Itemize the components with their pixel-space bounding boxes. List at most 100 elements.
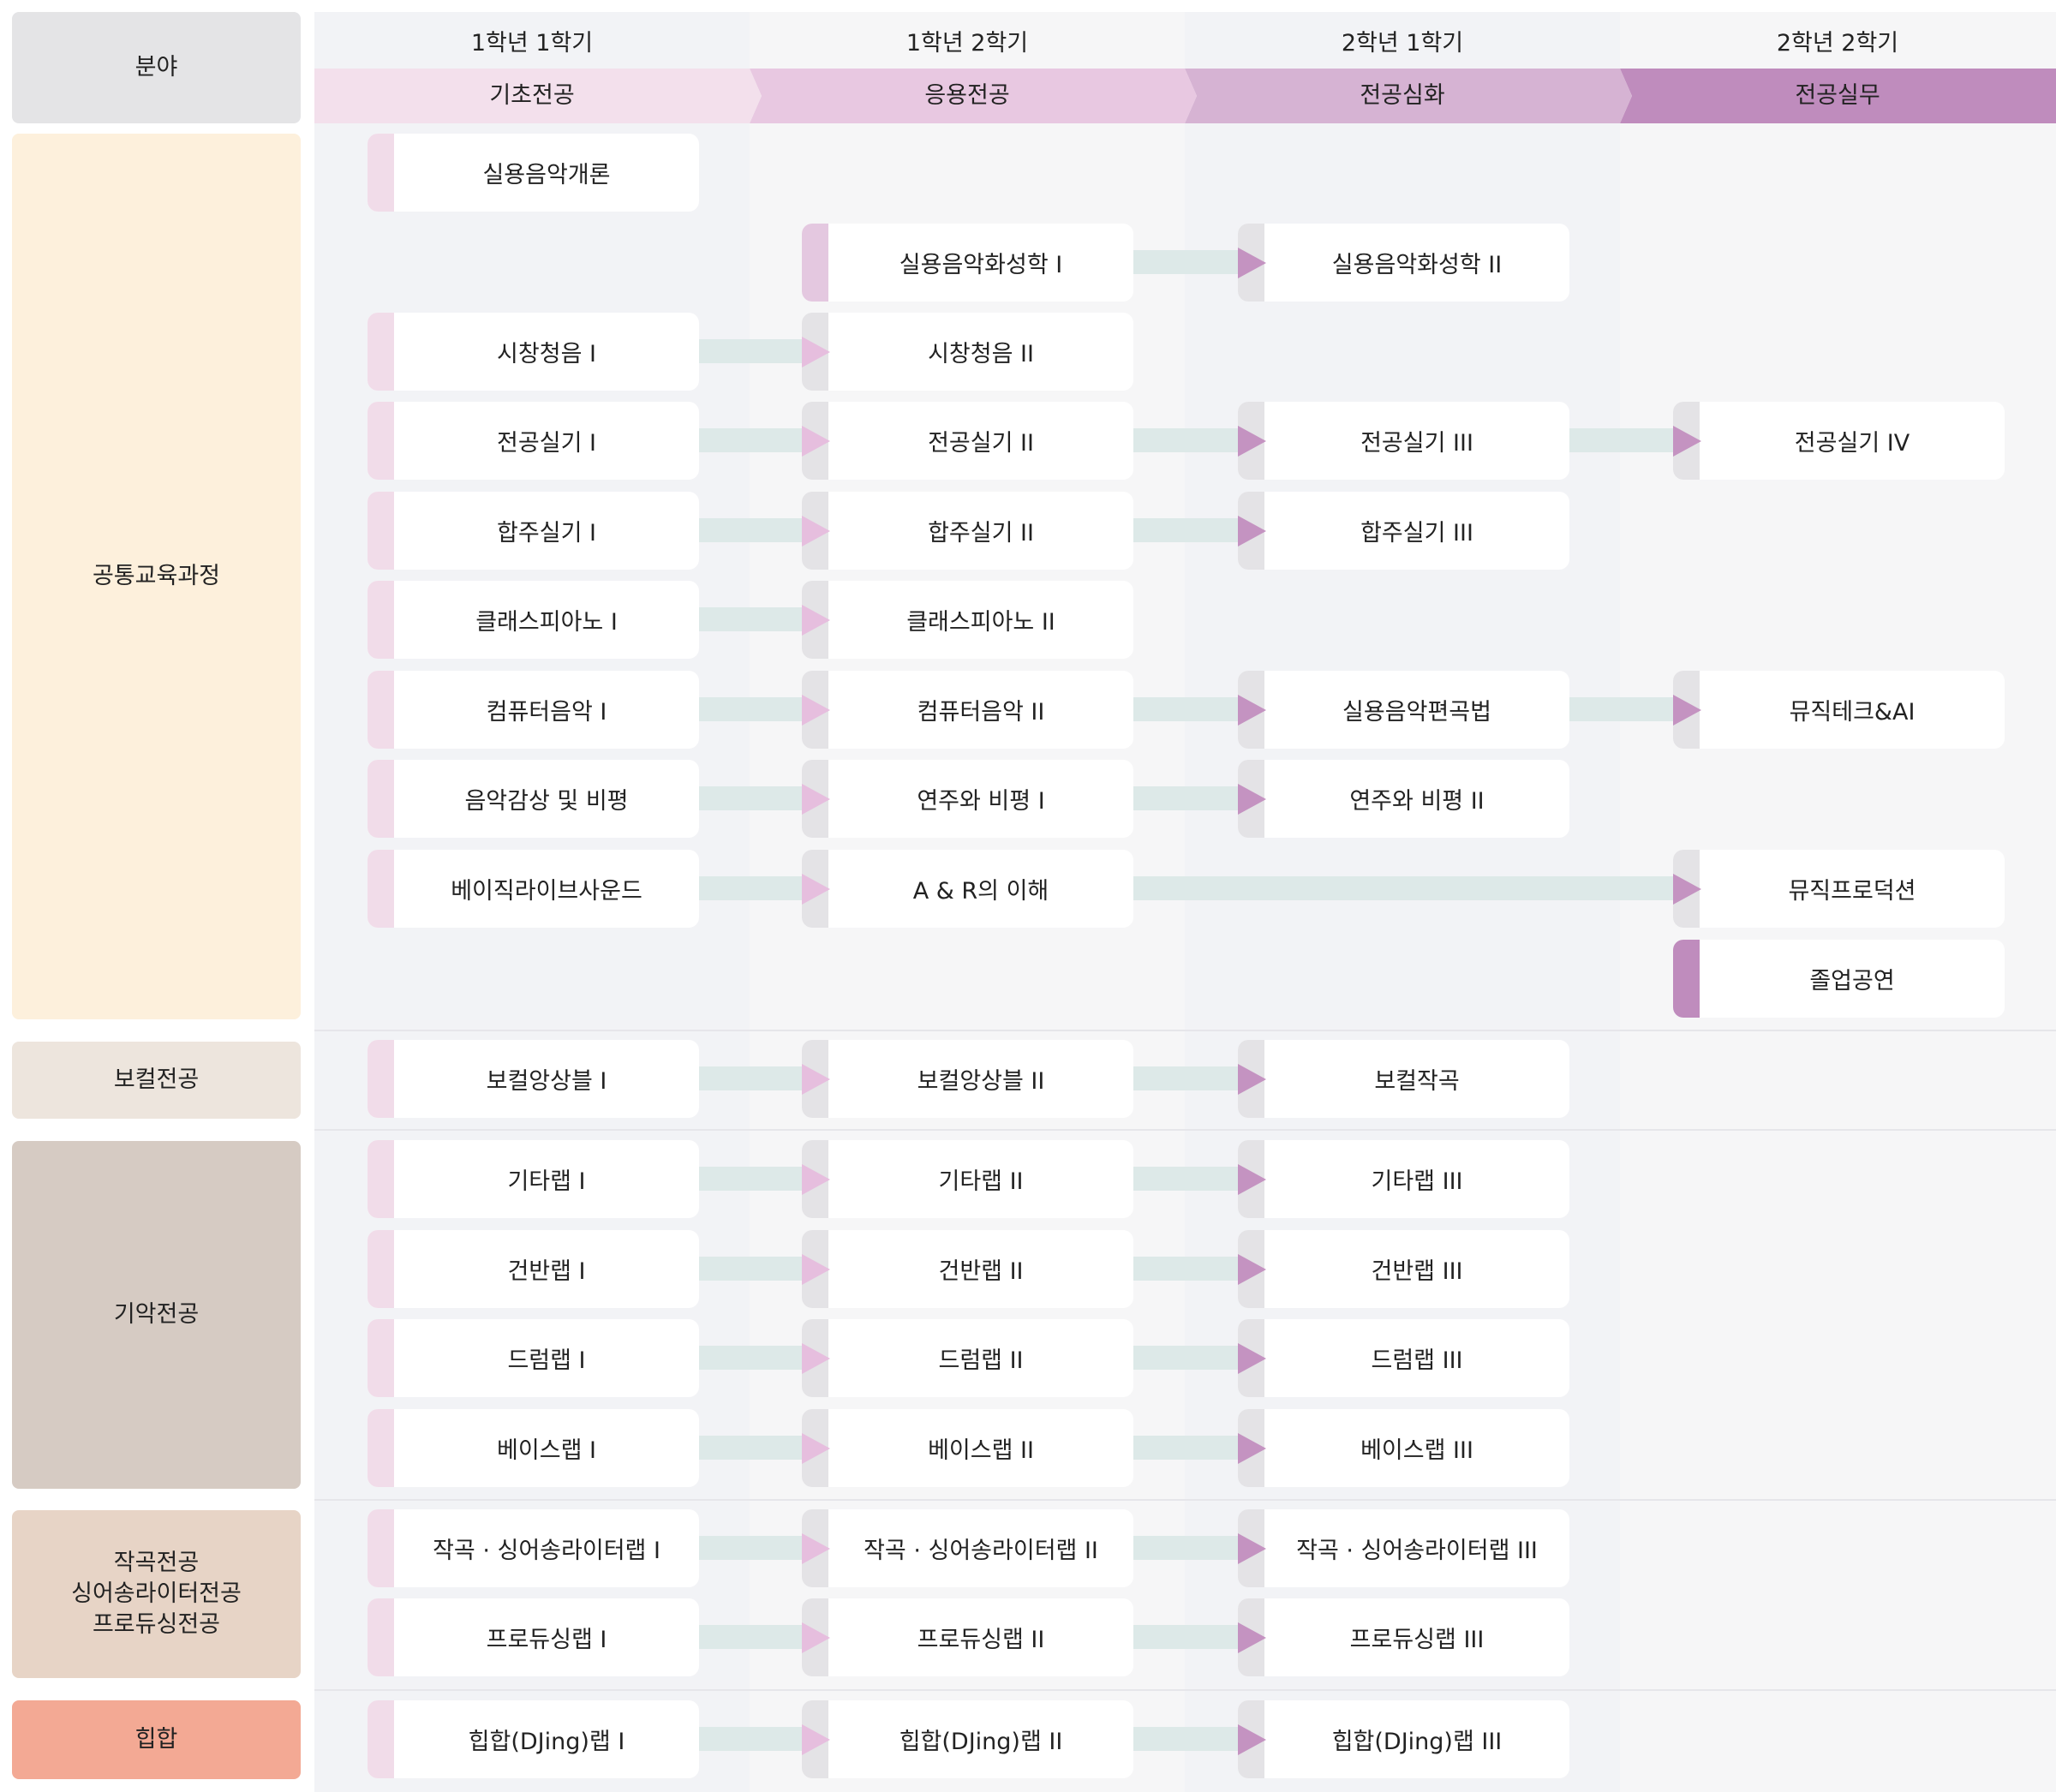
flow-connector <box>1133 1257 1238 1281</box>
stage-label: 전공심화 <box>1360 82 1445 109</box>
course-label: 기타랩 III <box>1371 1168 1463 1195</box>
flow-connector <box>1133 1436 1238 1460</box>
flow-connector <box>1133 1167 1238 1191</box>
arrow-head-icon <box>802 1064 830 1095</box>
course-box: 프로듀싱랩 III <box>1238 1598 1569 1676</box>
arrow-head-icon <box>1238 784 1266 815</box>
course-label: 뮤직테크&AI <box>1789 699 1916 726</box>
course-label: 작곡 · 싱어송라이터랩 III <box>1296 1538 1538 1564</box>
course-label: 힙합(DJing)랩 II <box>899 1729 1063 1755</box>
arrow-head-icon <box>802 1433 830 1464</box>
arrow-head-icon <box>802 874 830 905</box>
course-box: 베이직라이브사운드 <box>368 850 699 928</box>
flow-connector <box>699 1066 802 1090</box>
course-box: 드럼랩 III <box>1238 1319 1569 1397</box>
row-separator <box>314 1030 2056 1031</box>
flow-connector <box>1133 1727 1238 1751</box>
course-box: 뮤직프로덕션 <box>1673 850 2005 928</box>
course-label: 드럼랩 II <box>938 1347 1024 1374</box>
course-box: 시창청음 I <box>368 313 699 391</box>
course-label: 합주실기 II <box>928 520 1034 547</box>
course-box: 시창청음 II <box>802 313 1133 391</box>
course-label: 베이스랩 I <box>497 1437 596 1464</box>
flow-connector <box>699 1167 802 1191</box>
course-box: 베이스랩 II <box>802 1409 1133 1487</box>
course-box: 건반랩 II <box>802 1230 1133 1308</box>
course-box: 클래스피아노 I <box>368 581 699 659</box>
course-label: 힙합(DJing)랩 I <box>468 1729 625 1755</box>
course-label: 보컬앙상블 II <box>917 1068 1045 1095</box>
course-label: 건반랩 III <box>1371 1258 1463 1285</box>
category-cell: 보컬전공 <box>12 1042 301 1119</box>
arrow-head-icon <box>1238 1724 1266 1755</box>
course-strip <box>368 1598 394 1676</box>
course-box: 전공실기 IV <box>1673 402 2005 480</box>
course-strip <box>368 1230 394 1308</box>
course-label: 작곡 · 싱어송라이터랩 I <box>433 1538 660 1564</box>
course-label: 뮤직프로덕션 <box>1788 878 1916 905</box>
course-box: 보컬앙상블 I <box>368 1040 699 1118</box>
course-box: 클래스피아노 II <box>802 581 1133 659</box>
flow-connector <box>1133 1625 1238 1649</box>
flow-connector <box>1133 1066 1238 1090</box>
course-box: 실용음악화성학 I <box>802 224 1133 302</box>
course-box: 작곡 · 싱어송라이터랩 II <box>802 1509 1133 1587</box>
course-label: 전공실기 II <box>928 430 1034 457</box>
course-box: 건반랩 III <box>1238 1230 1569 1308</box>
stage-label: 응용전공 <box>924 82 1010 109</box>
course-box: 프로듀싱랩 II <box>802 1598 1133 1676</box>
flow-connector <box>1133 428 1238 452</box>
course-label: 연주와 비평 I <box>917 788 1045 815</box>
flow-connector <box>1133 876 1673 900</box>
course-strip <box>368 313 394 391</box>
flow-connector <box>699 428 802 452</box>
course-label: 컴퓨터음악 I <box>486 699 607 726</box>
semester-heading: 2학년 1학기 <box>1341 30 1464 57</box>
stage-label: 기초전공 <box>489 82 575 109</box>
course-box: 프로듀싱랩 I <box>368 1598 699 1676</box>
course-strip <box>368 1700 394 1778</box>
arrow-head-icon <box>802 1343 830 1374</box>
course-strip <box>368 850 394 928</box>
course-label: 기타랩 I <box>507 1168 586 1195</box>
course-box: 작곡 · 싱어송라이터랩 III <box>1238 1509 1569 1587</box>
arrow-head-icon <box>1238 1343 1266 1374</box>
arrow-head-icon <box>1238 426 1266 457</box>
arrow-head-icon <box>1238 1622 1266 1653</box>
flow-connector <box>699 1536 802 1560</box>
course-label: 기타랩 II <box>938 1168 1024 1195</box>
course-label: 실용음악편곡법 <box>1342 699 1491 726</box>
course-box: 베이스랩 I <box>368 1409 699 1487</box>
arrow-head-icon <box>1238 1533 1266 1564</box>
arrow-head-icon <box>1673 874 1701 905</box>
course-label: 베이스랩 III <box>1360 1437 1473 1464</box>
course-label: 보컬작곡 <box>1374 1068 1460 1095</box>
course-box: 합주실기 II <box>802 492 1133 570</box>
semester-heading: 1학년 1학기 <box>470 30 594 57</box>
semester-heading: 2학년 2학기 <box>1776 30 1899 57</box>
semester-heading: 1학년 2학기 <box>905 30 1029 57</box>
course-label: 음악감상 및 비평 <box>464 788 629 815</box>
course-box: 실용음악개론 <box>368 134 699 212</box>
course-strip <box>368 671 394 749</box>
course-strip <box>368 1319 394 1397</box>
course-label: 보컬앙상블 I <box>486 1068 607 1095</box>
course-strip <box>368 1509 394 1587</box>
course-box: 드럼랩 II <box>802 1319 1133 1397</box>
course-box: 연주와 비평 II <box>1238 760 1569 838</box>
arrow-head-icon <box>1238 695 1266 726</box>
course-label: 시창청음 II <box>928 341 1034 367</box>
course-label: 컴퓨터음악 II <box>917 699 1045 726</box>
course-box: 전공실기 III <box>1238 402 1569 480</box>
course-box: 졸업공연 <box>1673 940 2005 1018</box>
course-strip <box>1673 940 1700 1018</box>
course-box: 컴퓨터음악 I <box>368 671 699 749</box>
course-label: 졸업공연 <box>1809 968 1895 995</box>
course-label: 실용음악개론 <box>482 162 611 188</box>
arrow-head-icon <box>802 605 830 636</box>
arrow-head-icon <box>1673 426 1701 457</box>
flow-connector <box>699 697 802 721</box>
course-label: 클래스피아노 I <box>475 609 618 636</box>
course-box: 보컬작곡 <box>1238 1040 1569 1118</box>
arrow-head-icon <box>1238 1064 1266 1095</box>
